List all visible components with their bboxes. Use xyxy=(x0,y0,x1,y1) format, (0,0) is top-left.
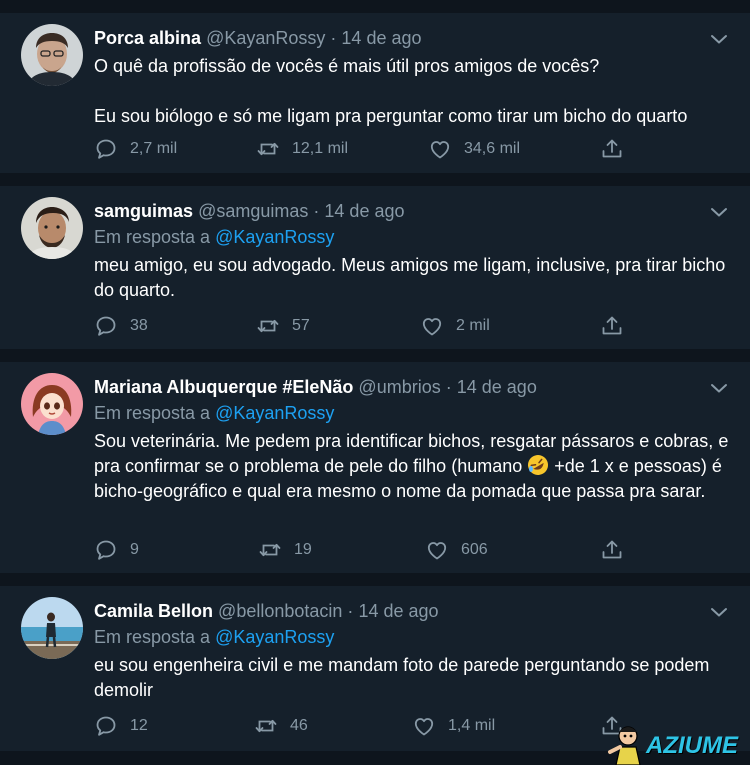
reply-prefix: Em resposta a xyxy=(94,403,211,423)
share-button[interactable] xyxy=(600,314,624,338)
like-count: 1,4 mil xyxy=(448,717,496,734)
retweet-arrows-icon xyxy=(254,714,278,738)
tweet-date[interactable]: 14 de ago xyxy=(358,601,438,621)
tweet-card[interactable]: Porca albina @KayanRossy · 14 de ago O q… xyxy=(0,13,750,173)
reply-count: 2,7 mil xyxy=(130,140,178,157)
chevron-down-icon[interactable] xyxy=(708,29,730,49)
separator-dot: · xyxy=(313,201,320,221)
tweet-header: Porca albina @KayanRossy · 14 de ago xyxy=(94,26,422,50)
reply-button[interactable]: 12 xyxy=(94,714,148,738)
like-button[interactable]: 2 mil xyxy=(420,314,490,338)
like-button[interactable]: 34,6 mil xyxy=(428,137,520,161)
retweet-button[interactable]: 12,1 mil xyxy=(256,137,348,161)
avatar[interactable] xyxy=(21,597,83,659)
separator-dot: · xyxy=(445,377,452,397)
display-name[interactable]: Mariana Albuquerque #EleNão xyxy=(94,377,353,397)
user-handle[interactable]: @bellonbotacin xyxy=(218,601,342,621)
retweet-count: 12,1 mil xyxy=(292,140,349,157)
like-count: 34,6 mil xyxy=(464,140,521,157)
share-upload-icon xyxy=(600,314,624,338)
tweet-text: O quê da profissão de vocês é mais útil … xyxy=(94,56,688,126)
reply-button[interactable]: 9 xyxy=(94,538,139,562)
share-upload-icon xyxy=(600,538,624,562)
user-handle[interactable]: @samguimas xyxy=(198,201,308,221)
tweet-card[interactable]: samguimas @samguimas · 14 de ago Em resp… xyxy=(0,186,750,349)
share-button[interactable] xyxy=(600,137,624,161)
retweet-arrows-icon xyxy=(256,314,280,338)
reply-prefix: Em resposta a xyxy=(94,227,211,247)
retweet-count: 19 xyxy=(294,541,312,558)
tweet-header: Mariana Albuquerque #EleNão @umbrios · 1… xyxy=(94,375,537,399)
reply-context: Em resposta a @KayanRossy xyxy=(94,225,334,249)
reply-count: 9 xyxy=(130,541,139,558)
heart-outline-icon xyxy=(425,538,449,562)
speech-bubble-icon xyxy=(94,137,118,161)
mascot-icon xyxy=(608,726,641,765)
tweet-date[interactable]: 14 de ago xyxy=(341,28,421,48)
display-name[interactable]: samguimas xyxy=(94,201,193,221)
user-handle[interactable]: @KayanRossy xyxy=(206,28,325,48)
retweet-button[interactable]: 19 xyxy=(258,538,312,562)
tweet-date[interactable]: 14 de ago xyxy=(457,377,537,397)
share-button[interactable] xyxy=(600,538,624,562)
user-handle[interactable]: @umbrios xyxy=(358,377,440,397)
display-name[interactable]: Camila Bellon xyxy=(94,601,213,621)
retweet-button[interactable]: 57 xyxy=(256,314,310,338)
like-button[interactable]: 1,4 mil xyxy=(412,714,495,738)
reply-context: Em resposta a @KayanRossy xyxy=(94,401,334,425)
heart-outline-icon xyxy=(428,137,452,161)
tweet-text: eu sou engenheira civil e me mandam foto… xyxy=(94,655,715,700)
share-upload-icon xyxy=(600,137,624,161)
like-count: 606 xyxy=(461,541,488,558)
tweet-text: Sou veterinária. Me pedem pra identifica… xyxy=(94,429,734,504)
aziume-watermark-logo: AZIUME xyxy=(600,722,750,765)
tweet-actions: 2,7 mil 12,1 mil 34,6 mil xyxy=(94,137,734,161)
tweet-header: samguimas @samguimas · 14 de ago xyxy=(94,199,404,223)
display-name[interactable]: Porca albina xyxy=(94,28,201,48)
reply-mention-link[interactable]: @KayanRossy xyxy=(215,627,334,647)
separator-dot: · xyxy=(330,28,337,48)
separator-dot: · xyxy=(347,601,354,621)
avatar[interactable] xyxy=(21,197,83,259)
tweet-actions: 38 57 2 mil xyxy=(94,314,734,338)
rolling-on-floor-laughing-emoji xyxy=(528,455,549,475)
reply-mention-link[interactable]: @KayanRossy xyxy=(215,403,334,423)
tweet-actions: 9 19 606 xyxy=(94,538,734,562)
like-count: 2 mil xyxy=(456,317,490,334)
tweet-text: meu amigo, eu sou advogado. Meus amigos … xyxy=(94,255,731,300)
reply-button[interactable]: 38 xyxy=(94,314,148,338)
retweet-count: 57 xyxy=(292,317,310,334)
speech-bubble-icon xyxy=(94,714,118,738)
watermark-text: AZIUME xyxy=(646,732,738,759)
reply-button[interactable]: 2,7 mil xyxy=(94,137,177,161)
reply-context: Em resposta a @KayanRossy xyxy=(94,625,334,649)
reply-count: 12 xyxy=(130,717,148,734)
chevron-down-icon[interactable] xyxy=(708,602,730,622)
tweet-header: Camila Bellon @bellonbotacin · 14 de ago xyxy=(94,599,439,623)
like-button[interactable]: 606 xyxy=(425,538,488,562)
tweet-feed: Porca albina @KayanRossy · 14 de ago O q… xyxy=(0,0,750,765)
speech-bubble-icon xyxy=(94,314,118,338)
speech-bubble-icon xyxy=(94,538,118,562)
chevron-down-icon[interactable] xyxy=(708,378,730,398)
reply-count: 38 xyxy=(130,317,148,334)
chevron-down-icon[interactable] xyxy=(708,202,730,222)
retweet-arrows-icon xyxy=(258,538,282,562)
tweet-date[interactable]: 14 de ago xyxy=(324,201,404,221)
avatar[interactable] xyxy=(21,24,83,86)
tweet-card[interactable]: Mariana Albuquerque #EleNão @umbrios · 1… xyxy=(0,362,750,573)
reply-prefix: Em resposta a xyxy=(94,627,211,647)
heart-outline-icon xyxy=(412,714,436,738)
reply-mention-link[interactable]: @KayanRossy xyxy=(215,227,334,247)
retweet-arrows-icon xyxy=(256,137,280,161)
retweet-count: 46 xyxy=(290,717,308,734)
avatar[interactable] xyxy=(21,373,83,435)
retweet-button[interactable]: 46 xyxy=(254,714,308,738)
heart-outline-icon xyxy=(420,314,444,338)
